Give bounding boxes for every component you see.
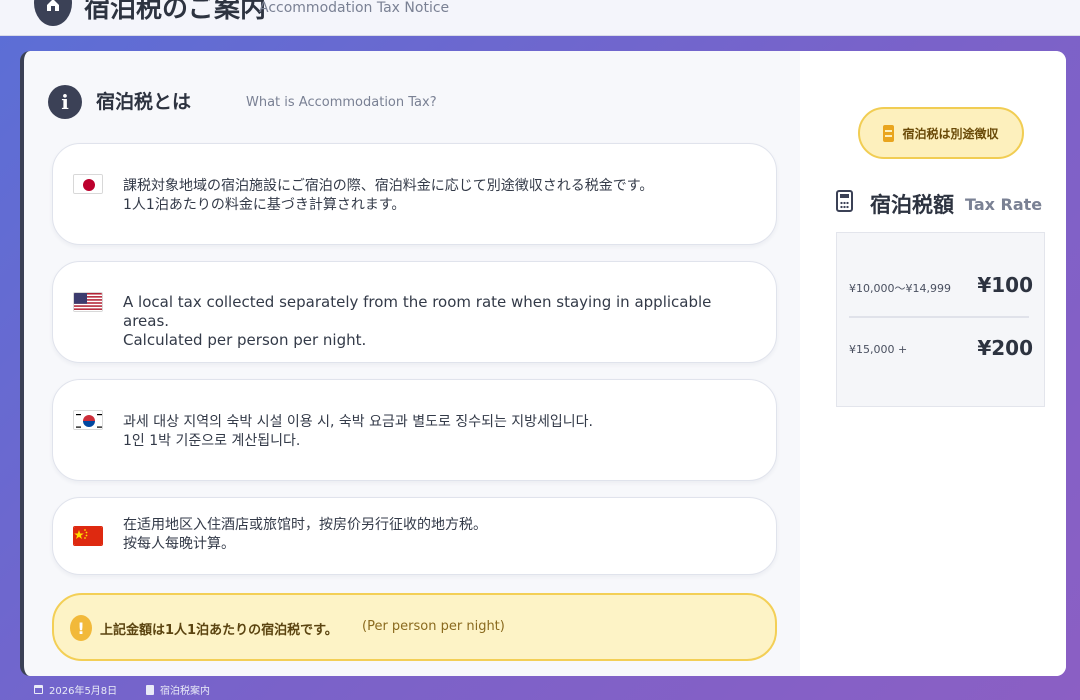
- rate-amount: ¥100: [977, 273, 1033, 297]
- info-icon: i: [48, 85, 82, 119]
- china-flag-icon: [73, 526, 103, 546]
- description-korean: 과세 대상 지역의 숙박 시설 이용 시, 숙박 요금과 별도로 징수되는 지방…: [123, 414, 594, 449]
- language-card-korean: 과세 대상 지역의 숙박 시설 이용 시, 숙박 요금과 별도로 징수되는 지방…: [52, 379, 777, 481]
- language-card-chinese: 在适用地区入住酒店或旅馆时，按房价另行征收的地方税。 按每人每晚计算。: [52, 497, 777, 575]
- footer-date-text: 2026年5月8日: [49, 686, 118, 697]
- page-subtitle: Accommodation Tax Notice: [259, 0, 450, 16]
- rate-amount: ¥200: [977, 336, 1033, 360]
- rate-range: ¥15,000 +: [849, 343, 908, 356]
- section-title: 宿泊税とは: [96, 91, 192, 113]
- badge-label: 宿泊税は別途徴収: [902, 126, 999, 141]
- notice-subtext: (Per person per night): [362, 619, 505, 634]
- tax-rate-panel: 宿泊税は別途徴収 宿泊税額 Tax Rate ¥10,000〜¥14,999 ¥…: [800, 51, 1066, 676]
- rate-range: ¥10,000〜¥14,999: [849, 282, 951, 295]
- warning-icon: !: [70, 615, 92, 641]
- section-subtitle: What is Accommodation Tax?: [246, 95, 437, 110]
- footer-doc-text: 宿泊税案内: [160, 686, 210, 697]
- rate-row: ¥10,000〜¥14,999 ¥100: [849, 271, 1033, 301]
- korea-flag-icon: [73, 410, 103, 430]
- tax-rate-subtitle: Tax Rate: [965, 195, 1043, 214]
- footer-doc: 宿泊税案内: [146, 682, 210, 697]
- footer-date: 2026年5月8日: [34, 682, 117, 697]
- page-title: 宿泊税のご案内: [84, 0, 267, 24]
- section-header: i 宿泊税とは What is Accommodation Tax?: [48, 85, 748, 119]
- calendar-icon: [34, 685, 43, 694]
- content-card: i 宿泊税とは What is Accommodation Tax? 課税対象地…: [20, 51, 1066, 676]
- document-icon: [146, 684, 154, 695]
- usa-flag-icon: [73, 292, 103, 312]
- language-card-japanese: 課税対象地域の宿泊施設にご宿泊の際、宿泊料金に応じて別途徴収される税金です。 1…: [52, 143, 777, 245]
- header-bar: 宿泊税のご案内 Accommodation Tax Notice: [0, 0, 1080, 36]
- calculator-icon: [836, 190, 853, 212]
- per-person-notice: ! 上記金額は1人1泊あたりの宿泊税です。 (Per person per ni…: [52, 593, 777, 661]
- home-icon: [34, 0, 72, 26]
- rate-row: ¥15,000 + ¥200: [849, 334, 1033, 364]
- notice-text: 上記金額は1人1泊あたりの宿泊税です。: [100, 623, 338, 638]
- separate-collection-badge: 宿泊税は別途徴収: [858, 107, 1024, 159]
- description-english: A local tax collected separately from th…: [123, 293, 712, 349]
- tax-rate-table: ¥10,000〜¥14,999 ¥100 ¥15,000 + ¥200: [836, 232, 1045, 407]
- rate-divider: [849, 316, 1029, 318]
- language-card-english: A local tax collected separately from th…: [52, 261, 777, 363]
- japan-flag-icon: [73, 174, 103, 194]
- description-chinese: 在适用地区入住酒店或旅馆时，按房价另行征收的地方税。 按每人每晚计算。: [123, 517, 487, 552]
- tax-rate-title: 宿泊税額: [870, 193, 954, 217]
- tax-rate-header: 宿泊税額 Tax Rate: [836, 187, 1066, 217]
- receipt-icon: [883, 124, 895, 142]
- description-japanese: 課税対象地域の宿泊施設にご宿泊の際、宿泊料金に応じて別途徴収される税金です。 1…: [123, 178, 654, 213]
